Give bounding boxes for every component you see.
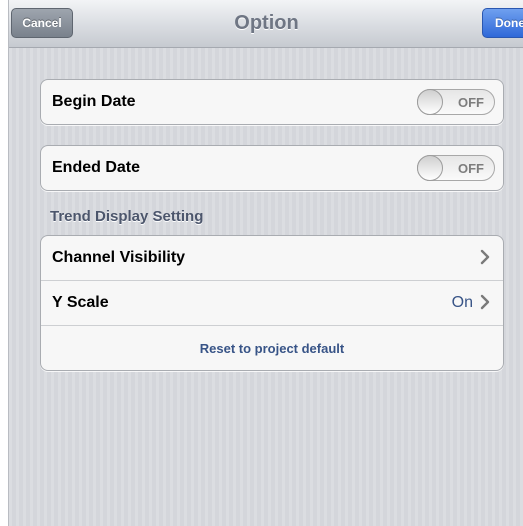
page-title: Option: [234, 12, 299, 34]
toggle-knob: [417, 155, 443, 181]
chevron-right-icon: [480, 294, 490, 310]
option-panel: Cancel Option Done Begin Date OFF Ended …: [8, 0, 523, 526]
y-scale-value: On: [451, 294, 473, 311]
ended-date-group: Ended Date OFF: [40, 145, 504, 191]
trend-settings-group: Channel Visibility Y Scale On Reset to p…: [40, 235, 504, 371]
ended-date-toggle[interactable]: OFF: [417, 155, 495, 181]
reset-row[interactable]: Reset to project default: [41, 325, 503, 370]
toggle-state: OFF: [458, 161, 484, 176]
chevron-right-icon: [480, 249, 490, 265]
toggle-knob: [417, 89, 443, 115]
toggle-state: OFF: [458, 95, 484, 110]
done-button[interactable]: Done: [482, 8, 523, 38]
y-scale-label: Y Scale: [52, 294, 109, 311]
navigation-bar: Cancel Option Done: [9, 0, 523, 48]
ended-date-label: Ended Date: [52, 159, 141, 176]
begin-date-group: Begin Date OFF: [40, 79, 504, 125]
channel-visibility-label: Channel Visibility: [52, 249, 186, 266]
begin-date-row: Begin Date OFF: [41, 80, 503, 124]
trend-display-header: Trend Display Setting: [50, 208, 204, 225]
begin-date-toggle[interactable]: OFF: [417, 89, 495, 115]
channel-visibility-row[interactable]: Channel Visibility: [41, 236, 503, 280]
ended-date-row: Ended Date OFF: [41, 146, 503, 190]
y-scale-row[interactable]: Y Scale On: [41, 280, 503, 325]
begin-date-label: Begin Date: [52, 93, 136, 110]
reset-to-default-button[interactable]: Reset to project default: [41, 341, 503, 356]
